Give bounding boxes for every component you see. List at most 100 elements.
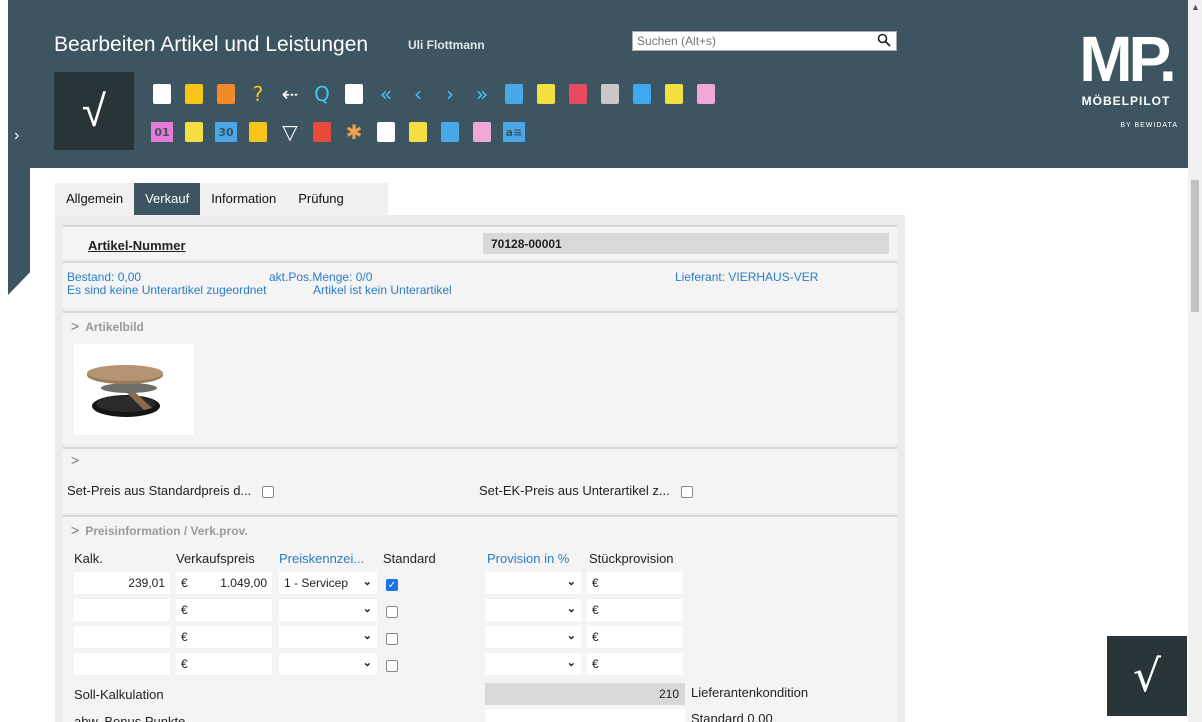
delete-icon[interactable] <box>212 80 240 108</box>
shield-icon[interactable]: ▽ <box>276 118 304 146</box>
soll-kalkulation-label: Soll-Kalkulation <box>74 687 164 702</box>
next-record-icon[interactable]: › <box>436 80 464 108</box>
provision-select[interactable]: ⌄ <box>485 599 581 621</box>
calendar-icon[interactable]: 01 <box>151 122 173 142</box>
kalk-input[interactable] <box>74 653 170 675</box>
scrollbar-thumb[interactable] <box>1191 180 1199 312</box>
checkbox-box[interactable]: ✓ <box>386 578 398 591</box>
sticky-notes-icon[interactable] <box>244 118 272 146</box>
verkaufspreis-value: 1.049,00 <box>220 576 267 590</box>
app-header: Bearbeiten Artikel und Leistungen Uli Fl… <box>8 0 1188 168</box>
truck-icon[interactable] <box>436 118 464 146</box>
kalk-input[interactable] <box>74 599 170 621</box>
new-document-icon[interactable] <box>148 80 176 108</box>
sidebar-toggle[interactable]: › <box>8 105 30 295</box>
set-ek-price-checkbox[interactable] <box>680 485 693 498</box>
verkaufspreis-input[interactable]: €1.049,00 <box>176 572 272 594</box>
col-stueckprovision: Stückprovision <box>589 551 674 566</box>
chevron-down-icon: ⌄ <box>362 576 372 588</box>
last-record-icon[interactable]: » <box>468 80 496 108</box>
not-subarticle-info: Artikel ist kein Unterartikel <box>313 283 452 297</box>
coins-icon[interactable] <box>532 80 560 108</box>
provision-select[interactable]: ⌄ <box>485 572 581 594</box>
logo: MP. MÖBELPILOT BY BEWIDATA <box>1074 27 1178 129</box>
puzzle-icon[interactable] <box>372 118 400 146</box>
price-info-header[interactable]: > Preisinformation / Verk.prov. <box>71 522 248 538</box>
tab-verkauf[interactable]: Verkauf <box>134 183 201 215</box>
search-icon[interactable] <box>877 33 891 50</box>
article-number-label[interactable]: Artikel-Nummer <box>88 238 186 253</box>
documents-icon[interactable] <box>692 80 720 108</box>
tab-bar: Allgemein Verkauf Information Prüfung <box>55 183 388 215</box>
scrollbar[interactable]: ▲ <box>1188 0 1202 722</box>
kalk-input[interactable]: 239,01 <box>74 572 170 594</box>
package-icon[interactable] <box>564 80 592 108</box>
search-icon[interactable]: Q <box>308 80 336 108</box>
stueckprovision-input[interactable]: € <box>587 626 683 648</box>
checkbox-box[interactable] <box>386 632 398 645</box>
bonus-input[interactable] <box>485 709 685 722</box>
chevron-down-icon: ⌄ <box>362 603 372 615</box>
article-image-section: > Artikelbild <box>63 311 897 445</box>
preiskennzeichen-select[interactable]: ⌄ <box>279 626 377 648</box>
articles-icon[interactable] <box>500 80 528 108</box>
col-provision[interactable]: Provision in % <box>487 551 569 566</box>
provision-select[interactable]: ⌄ <box>485 653 581 675</box>
checkbox-box[interactable] <box>386 605 398 618</box>
col-preiskennzeichen[interactable]: Preiskennzei... <box>279 551 364 566</box>
search-input[interactable] <box>633 32 873 50</box>
screw-icon[interactable] <box>596 80 624 108</box>
print-icon[interactable] <box>340 80 368 108</box>
standard-checkbox[interactable] <box>386 603 398 618</box>
help-icon[interactable]: ? <box>244 80 272 108</box>
preiskennzeichen-select[interactable]: ⌄ <box>279 599 377 621</box>
article-image[interactable] <box>74 344 194 435</box>
preiskennzeichen-select[interactable]: 1 - Servicep ⌄ <box>279 572 377 594</box>
standard-checkbox[interactable] <box>386 630 398 645</box>
calendar-30-icon[interactable]: 30 <box>215 122 237 142</box>
standard-checkbox[interactable]: ✓ <box>386 576 398 591</box>
tab-allgemein[interactable]: Allgemein <box>55 183 134 215</box>
save-check-button[interactable]: √ <box>54 72 134 150</box>
verkaufspreis-input[interactable]: € <box>176 626 272 648</box>
tab-pruefung[interactable]: Prüfung <box>287 183 355 215</box>
search-box[interactable] <box>632 31 897 51</box>
stock-info: Bestand: 0,00 <box>67 270 142 284</box>
set-section: > Set-Preis aus Standardpreis d... Set-E… <box>63 447 897 513</box>
stueckprovision-input[interactable]: € <box>587 599 683 621</box>
chevron-right-icon: > <box>71 452 80 468</box>
pie-chart-icon[interactable] <box>628 80 656 108</box>
asterisk-icon[interactable]: ✱ <box>340 118 368 146</box>
provision-select[interactable]: ⌄ <box>485 626 581 648</box>
flag-de-en-icon[interactable] <box>308 118 336 146</box>
tags-icon[interactable] <box>660 80 688 108</box>
flash-icon[interactable] <box>180 118 208 146</box>
copy-document-icon[interactable] <box>180 80 208 108</box>
currency-symbol: € <box>592 576 599 590</box>
back-icon[interactable]: ⇠ <box>276 80 304 108</box>
first-record-icon[interactable]: « <box>372 80 400 108</box>
text-box-icon[interactable]: a≡ <box>503 122 525 142</box>
chevron-right-icon: > <box>71 522 80 538</box>
verkaufspreis-input[interactable]: € <box>176 653 272 675</box>
verkaufspreis-input[interactable]: € <box>176 599 272 621</box>
checkbox-box[interactable] <box>386 659 398 672</box>
preiskennzeichen-select[interactable]: ⌄ <box>279 653 377 675</box>
kalk-input[interactable] <box>74 626 170 648</box>
stueckprovision-input[interactable]: € <box>587 572 683 594</box>
supplier-link[interactable]: Lieferant: VIERHAUS-VER <box>675 270 818 284</box>
document-edit-icon[interactable] <box>468 118 496 146</box>
factory-icon[interactable] <box>404 118 432 146</box>
scroll-up-icon[interactable]: ▲ <box>1191 2 1200 12</box>
save-floating-button[interactable]: √ <box>1107 636 1187 716</box>
chevron-down-icon: ⌄ <box>362 657 372 669</box>
currency-symbol: € <box>592 603 599 617</box>
article-image-header[interactable]: > Artikelbild <box>71 318 144 334</box>
set-price-checkbox[interactable] <box>262 485 275 498</box>
standard-checkbox[interactable] <box>386 657 398 672</box>
set-section-header[interactable]: > <box>71 452 85 468</box>
tab-information[interactable]: Information <box>200 183 287 215</box>
stueckprovision-input[interactable]: € <box>587 653 683 675</box>
previous-record-icon[interactable]: ‹ <box>404 80 432 108</box>
article-image-title: Artikelbild <box>85 320 144 334</box>
